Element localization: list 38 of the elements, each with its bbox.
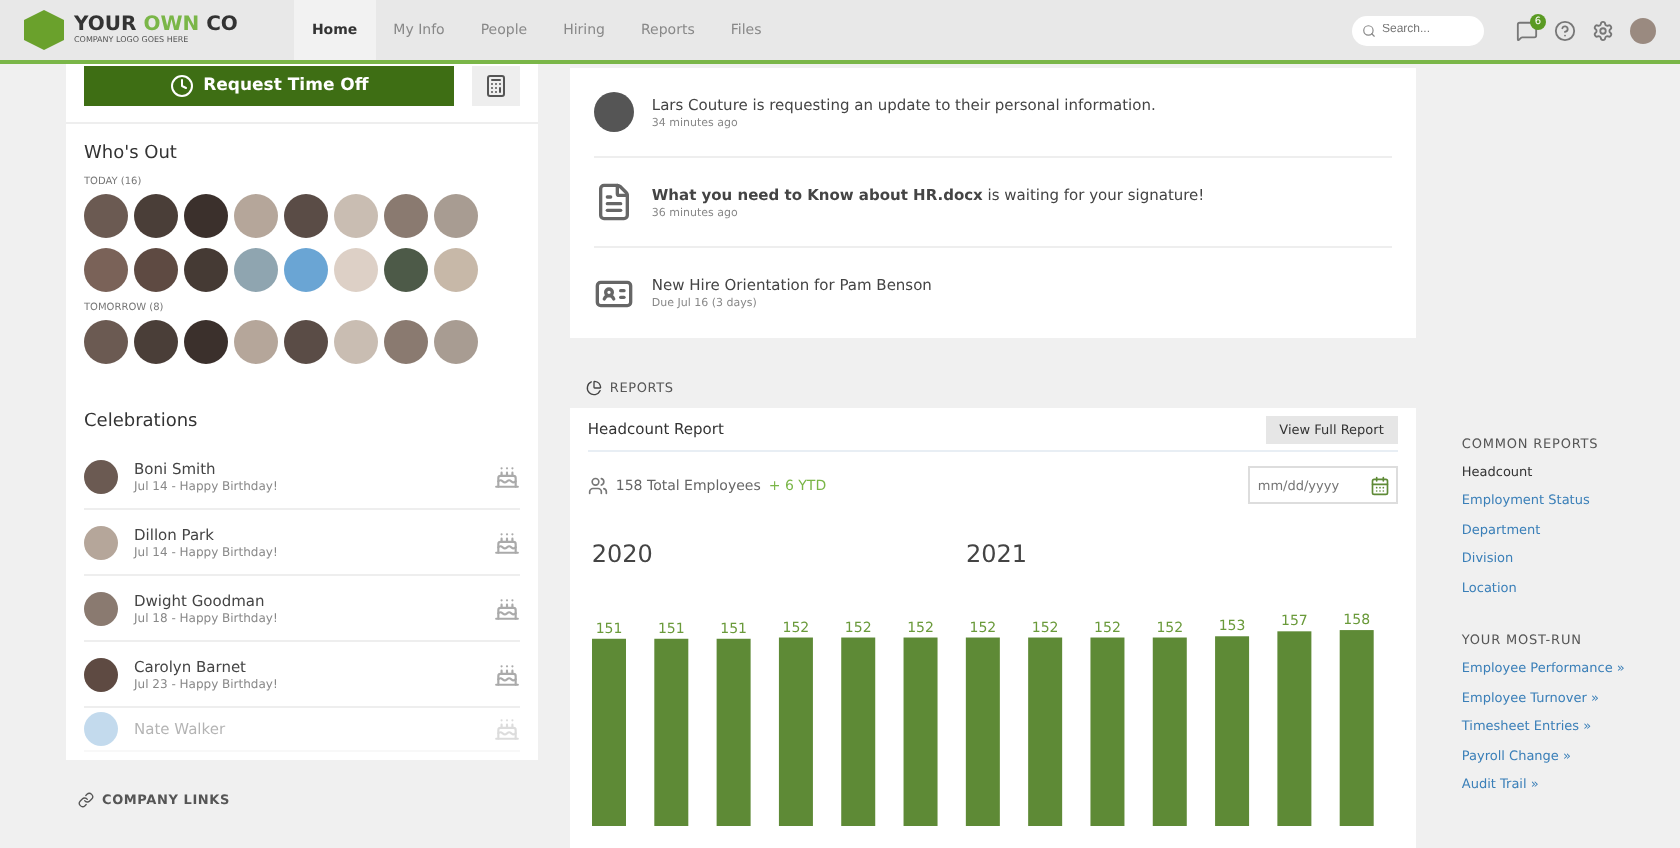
year-label: 2020 (589, 540, 653, 568)
avatar[interactable] (84, 194, 128, 238)
year-label: 2021 (963, 540, 1027, 568)
avatar[interactable] (184, 320, 228, 364)
calculator-button[interactable] (471, 66, 520, 106)
avatar[interactable] (184, 248, 228, 292)
section-title: Who's Out (84, 144, 179, 164)
request-time-off-button[interactable]: Request Time Off (84, 66, 454, 106)
search-icon (1362, 23, 1376, 37)
avatar (84, 657, 118, 691)
clock-icon (169, 74, 194, 98)
avatar[interactable] (284, 320, 328, 364)
avatar[interactable] (134, 320, 178, 364)
logo-name: YOUR OWN CO (74, 16, 238, 36)
logo-icon (24, 10, 64, 50)
calendar-icon[interactable] (1369, 475, 1390, 495)
link-icon (78, 792, 94, 808)
chat-icon[interactable] (1516, 19, 1538, 41)
avatar[interactable] (134, 248, 178, 292)
section-title: Celebrations (84, 412, 200, 432)
help-icon[interactable] (1554, 19, 1576, 41)
avatar (84, 459, 118, 493)
avatar (84, 525, 118, 559)
calculator-icon (483, 74, 508, 98)
avatar[interactable] (134, 194, 178, 238)
avatar[interactable] (84, 248, 128, 292)
settings-icon[interactable] (1592, 19, 1614, 41)
avatar[interactable] (184, 194, 228, 238)
avatar[interactable] (384, 248, 428, 292)
document-icon (593, 182, 634, 222)
pie-chart-icon (585, 380, 602, 396)
avatar (84, 712, 118, 746)
people-icon (587, 475, 608, 495)
avatar (84, 591, 118, 625)
avatar (593, 92, 634, 132)
user-avatar[interactable] (1630, 17, 1656, 43)
avatar[interactable] (84, 320, 128, 364)
avatar[interactable] (284, 194, 328, 238)
